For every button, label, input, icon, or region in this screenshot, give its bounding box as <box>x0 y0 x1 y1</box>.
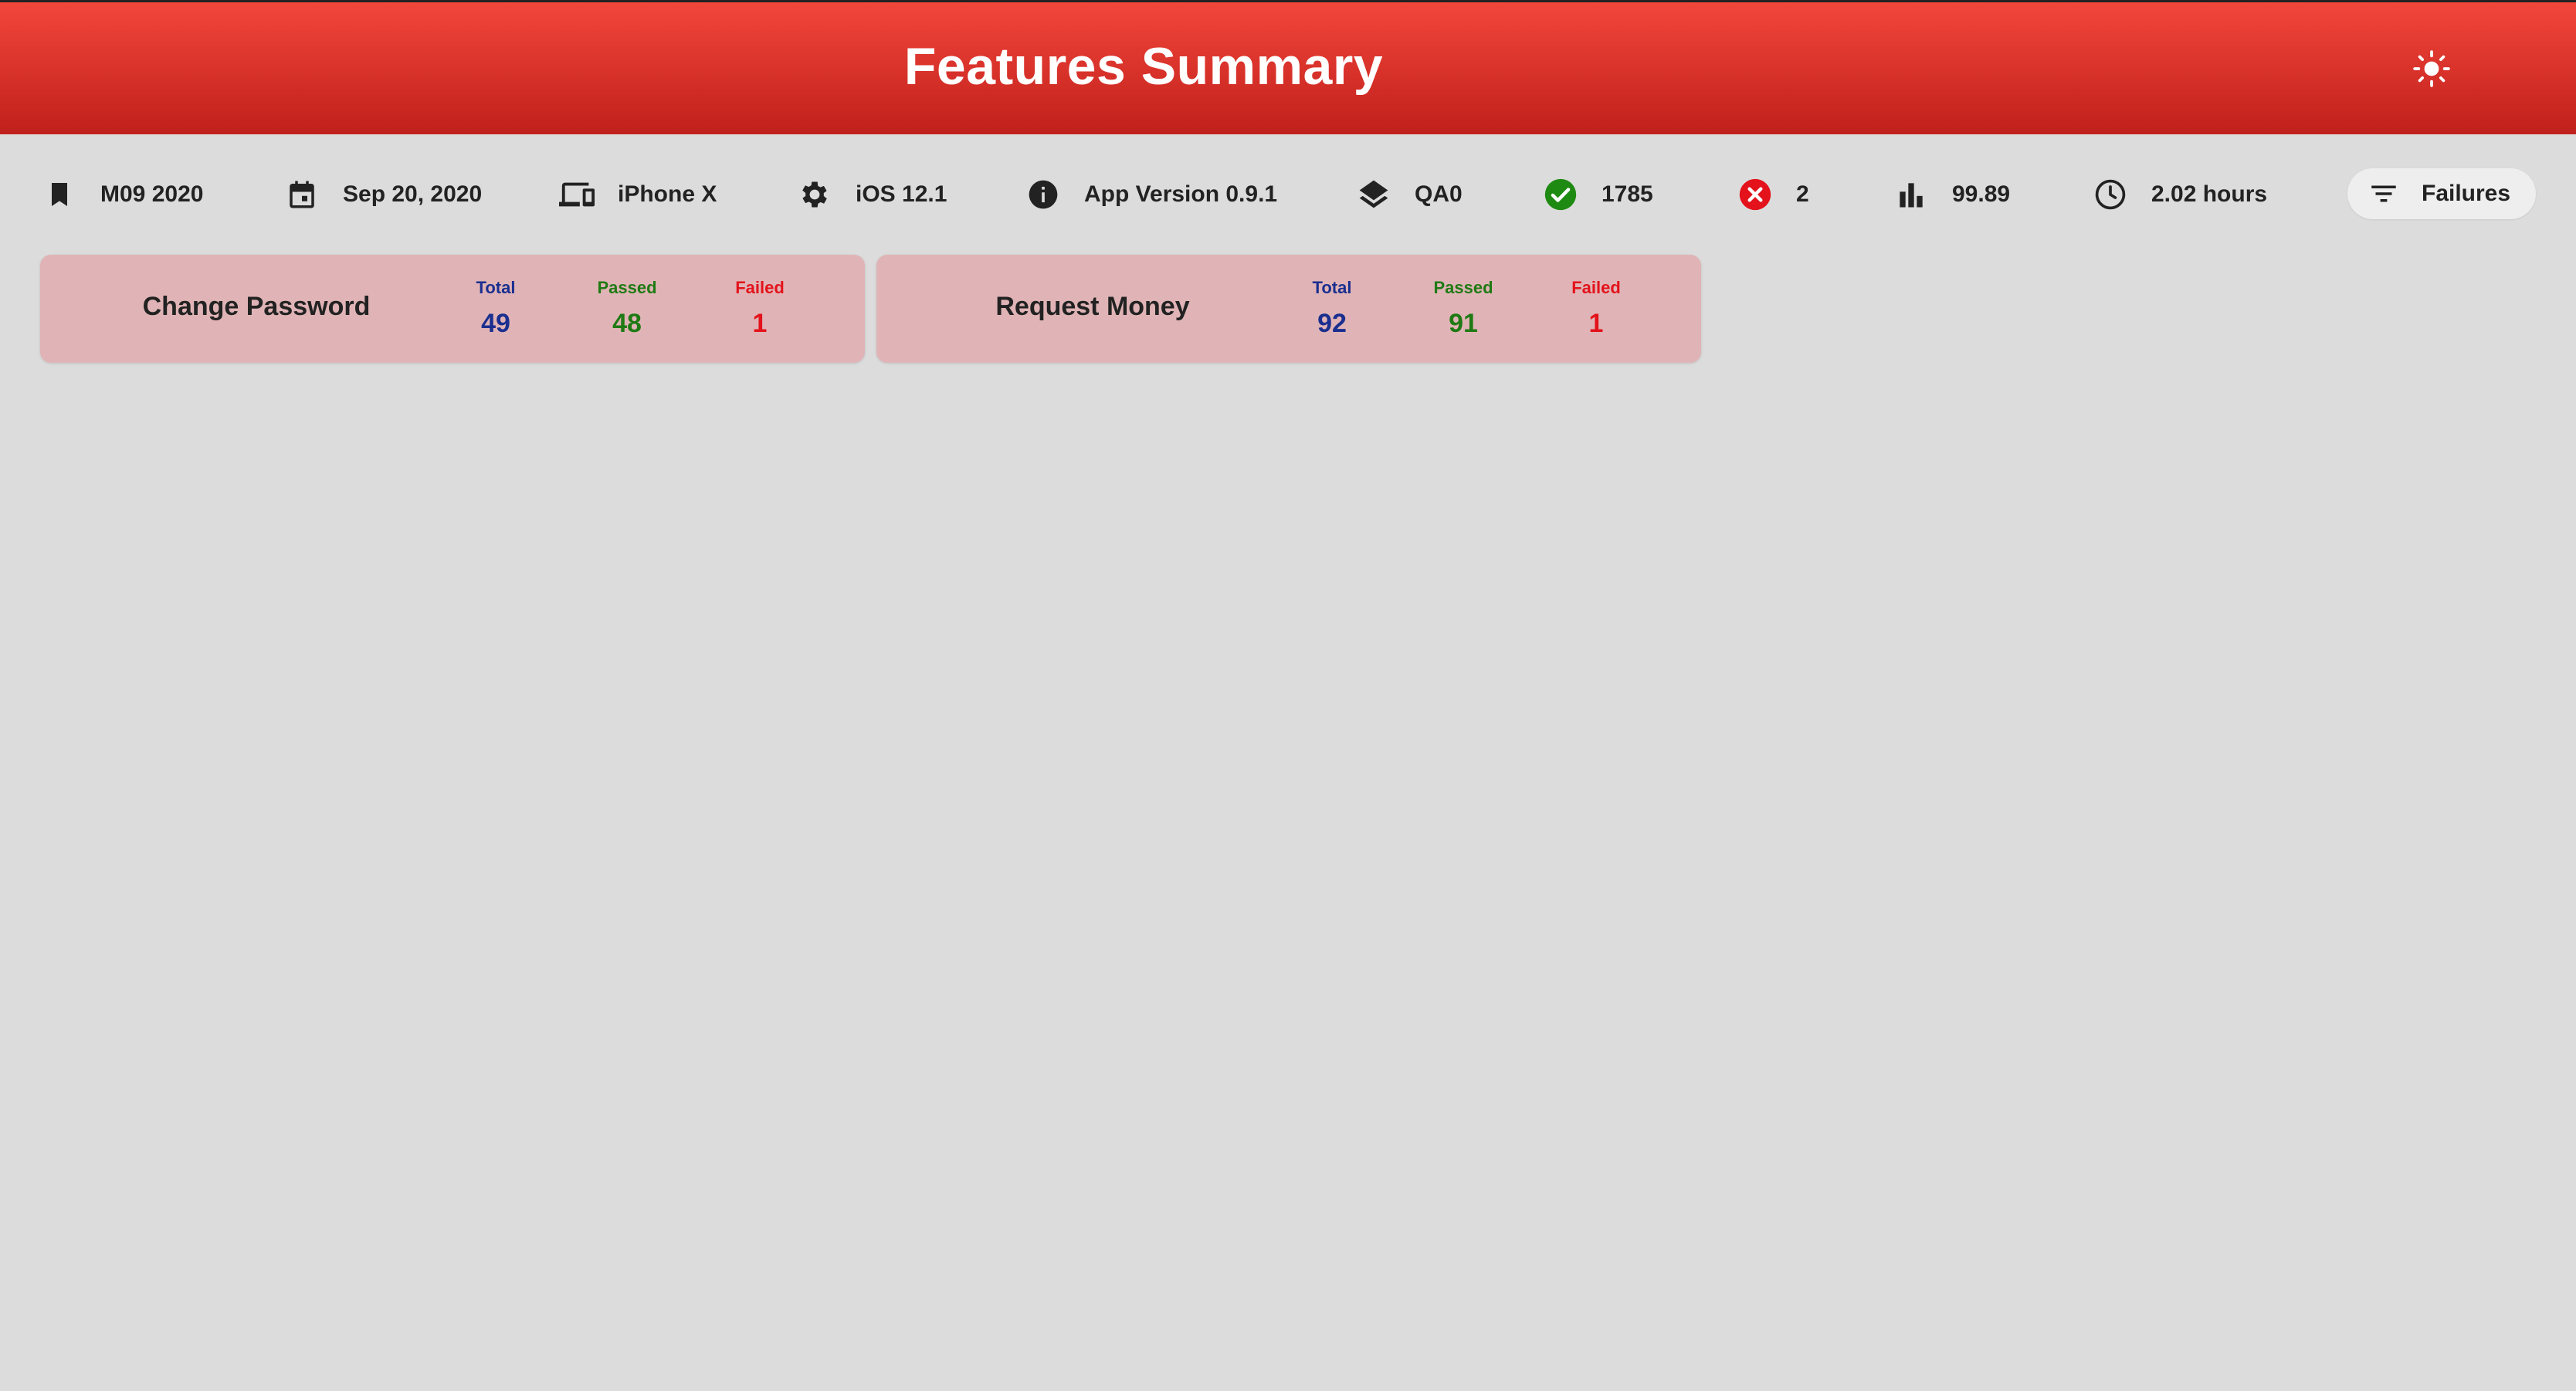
device-label: iPhone X <box>618 181 717 207</box>
date-label: Sep 20, 2020 <box>343 181 483 207</box>
header-bar: Features Summary <box>0 0 2576 134</box>
bookmark-icon <box>42 177 77 212</box>
feature-name: Request Money <box>995 292 1190 321</box>
theme-toggle-button[interactable] <box>2408 45 2456 93</box>
calendar-icon <box>284 177 320 212</box>
toolbar-item-os: iOS 12.1 <box>797 173 947 216</box>
filter-icon <box>2366 176 2401 212</box>
bar-chart-icon <box>1893 177 1929 212</box>
clock-icon <box>2093 177 2128 212</box>
passed-value: 91 <box>1449 309 1478 338</box>
total-value: 92 <box>1317 309 1347 338</box>
total-value: 49 <box>481 309 510 338</box>
feature-name: Change Password <box>142 292 371 321</box>
filter-label: Failures <box>2422 181 2511 206</box>
error-circle-icon <box>1737 177 1773 212</box>
toolbar-item-failed-count: 2 <box>1737 173 1809 216</box>
toolbar-item-environment: QA0 <box>1356 173 1463 216</box>
feature-card-request-money[interactable]: Request Money Total 92 Passed 91 Failed … <box>876 255 1701 363</box>
toolbar-item-duration: 2.02 hours <box>2093 173 2267 216</box>
toolbar-item-device: iPhone X <box>559 173 717 216</box>
info-icon <box>1025 177 1061 212</box>
os-label: iOS 12.1 <box>856 181 947 207</box>
environment-label: QA0 <box>1415 181 1463 207</box>
failed-value: 1 <box>1588 309 1604 338</box>
release-label: M09 2020 <box>100 181 204 207</box>
failed-count-label: 2 <box>1796 181 1809 207</box>
passed-count-label: 1785 <box>1602 181 1653 207</box>
feature-card-change-password[interactable]: Change Password Total 49 Passed 48 Faile… <box>40 255 865 363</box>
gear-icon <box>797 177 832 212</box>
failed-value: 1 <box>752 309 768 338</box>
total-label: Total <box>476 278 516 297</box>
devices-icon <box>559 177 595 212</box>
failures-filter-button[interactable]: Failures <box>2347 168 2536 219</box>
failed-label: Failed <box>735 278 785 297</box>
duration-label: 2.02 hours <box>2151 181 2268 207</box>
page-title: Features Summary <box>903 37 1384 96</box>
toolbar-item-date: Sep 20, 2020 <box>284 173 482 216</box>
toolbar-item-app-version: App Version 0.9.1 <box>1025 173 1277 216</box>
app-version-label: App Version 0.9.1 <box>1084 181 1278 207</box>
pass-rate-label: 99.89 <box>1952 181 2011 207</box>
passed-label: Passed <box>1433 278 1493 297</box>
total-label: Total <box>1312 278 1352 297</box>
sun-icon <box>2413 50 2450 87</box>
toolbar-item-passed-count: 1785 <box>1543 173 1653 216</box>
toolbar-item-release: M09 2020 <box>42 173 203 216</box>
summary-toolbar: M09 2020 Sep 20, 2020 iPhone X iOS 12.1 … <box>0 134 2576 255</box>
passed-label: Passed <box>597 278 657 297</box>
layers-icon <box>1356 177 1391 212</box>
toolbar-item-pass-rate: 99.89 <box>1893 173 2010 216</box>
check-circle-icon <box>1543 177 1578 212</box>
passed-value: 48 <box>612 309 642 338</box>
failed-label: Failed <box>1571 278 1621 297</box>
